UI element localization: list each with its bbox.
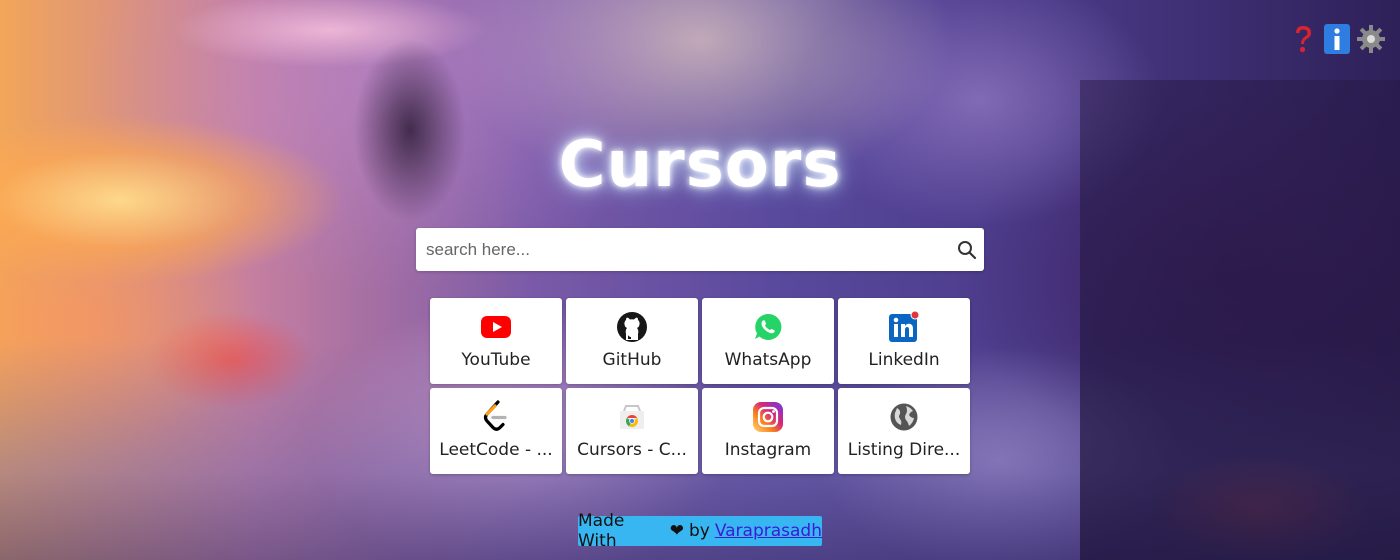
footer-by: by: [688, 521, 710, 541]
shortcut-tile-leetcode[interactable]: LeetCode - ...: [430, 388, 562, 474]
shortcut-label: Instagram: [724, 440, 812, 460]
shortcut-label: Listing Dire...: [847, 440, 961, 460]
shortcut-label: LeetCode - ...: [439, 440, 553, 460]
search-bar: [416, 228, 984, 271]
youtube-icon: [479, 310, 513, 344]
shortcut-grid: YouTube GitHub WhatsApp LinkedIn LeetCod…: [430, 298, 970, 474]
shortcut-label: YouTube: [461, 350, 531, 370]
chrome-web-store-icon: [615, 400, 649, 434]
shortcut-tile-youtube[interactable]: YouTube: [430, 298, 562, 384]
top-right-toolbar: [1288, 22, 1386, 56]
shortcut-tile-whatsapp[interactable]: WhatsApp: [702, 298, 834, 384]
whatsapp-icon: [751, 310, 785, 344]
shortcut-label: Cursors - C...: [577, 440, 687, 460]
gear-icon[interactable]: [1356, 22, 1386, 56]
footer-prefix: Made With: [578, 511, 625, 551]
shortcut-tile-github[interactable]: GitHub: [566, 298, 698, 384]
search-icon[interactable]: [950, 233, 984, 267]
shortcut-tile-listing-directory[interactable]: Listing Dire...: [838, 388, 970, 474]
help-icon[interactable]: [1288, 22, 1318, 56]
page-title: Cursors: [558, 128, 842, 202]
linkedin-icon: [887, 310, 921, 344]
github-icon: [615, 310, 649, 344]
shortcut-tile-instagram[interactable]: Instagram: [702, 388, 834, 474]
leetcode-icon: [479, 400, 513, 434]
shortcut-label: LinkedIn: [868, 350, 940, 370]
author-link[interactable]: Varaprasadh: [715, 521, 822, 541]
instagram-icon: [751, 400, 785, 434]
shortcut-tile-linkedin[interactable]: LinkedIn: [838, 298, 970, 384]
globe-icon: [887, 400, 921, 434]
shortcut-label: WhatsApp: [724, 350, 812, 370]
shortcut-label: GitHub: [602, 350, 662, 370]
search-input[interactable]: [416, 228, 950, 271]
info-icon[interactable]: [1322, 22, 1352, 56]
shortcut-tile-cursors[interactable]: Cursors - C...: [566, 388, 698, 474]
footer-credit: Made With ❤ by Varaprasadh: [578, 511, 822, 551]
heart-icon: ❤: [669, 521, 684, 541]
